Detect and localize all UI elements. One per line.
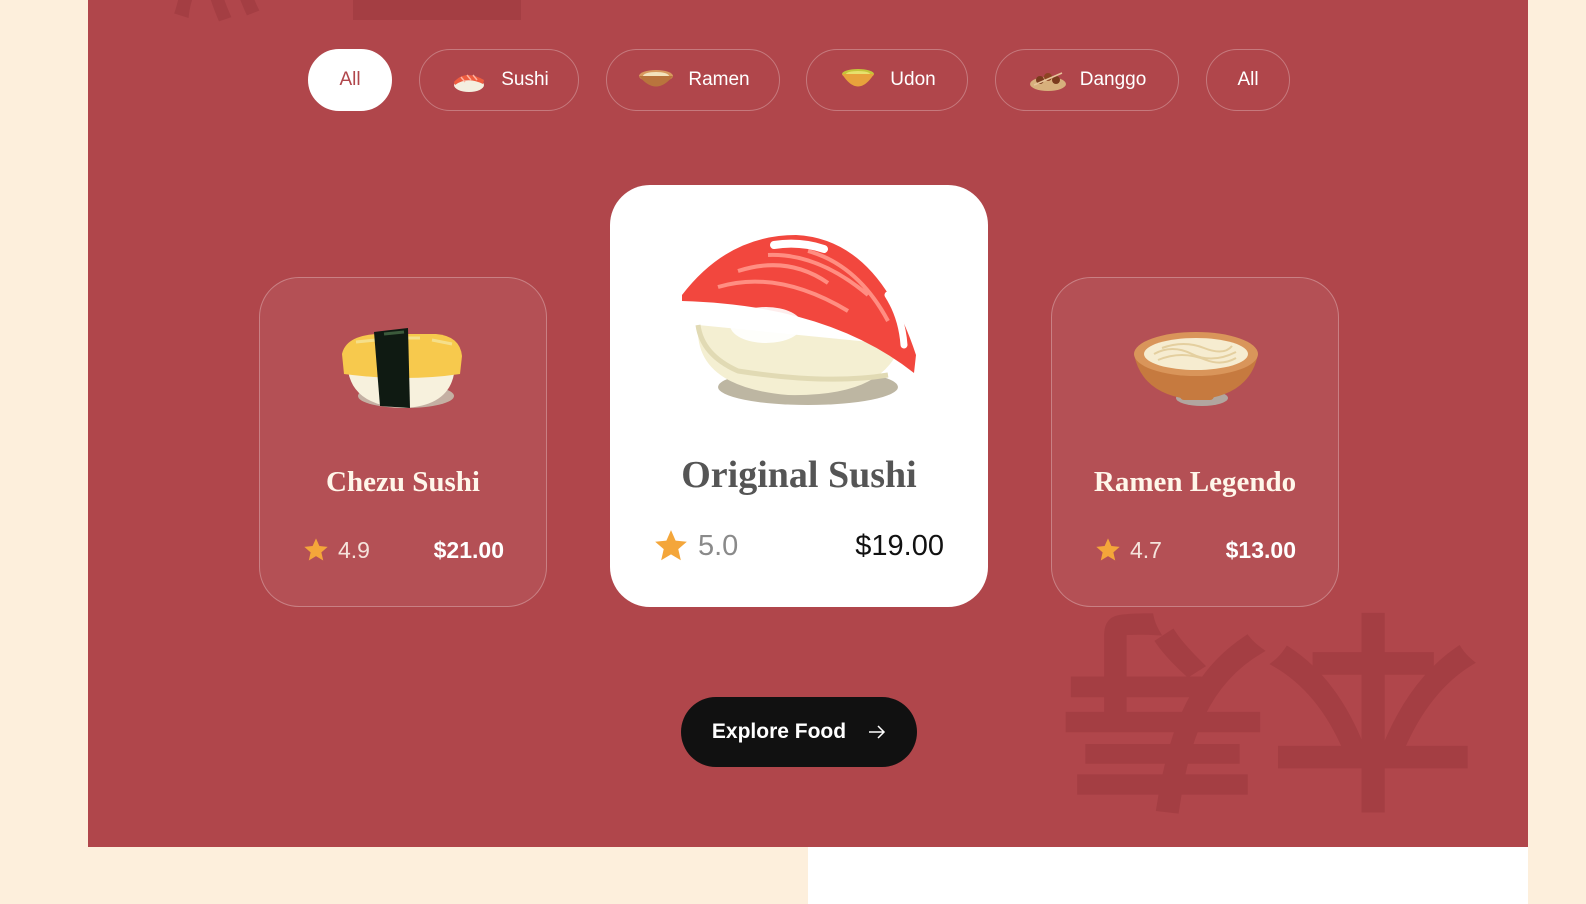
- ramen-bowl-image: [1134, 332, 1258, 406]
- card-title: Original Sushi: [681, 454, 917, 496]
- decorative-kanji: 寿: [1058, 583, 1269, 828]
- star-icon: [304, 538, 328, 561]
- rating-value: 4.7: [1130, 536, 1162, 563]
- dango-skewer-icon: [1029, 72, 1066, 91]
- arrow-right-icon: [869, 725, 886, 739]
- card-footer: 5.0 $19.00: [652, 527, 944, 565]
- card-footer: 4.9 $21.00: [302, 536, 504, 564]
- rating: 4.7: [1094, 536, 1162, 564]
- price: $13.00: [1225, 536, 1296, 563]
- tab-label: All: [1237, 69, 1259, 90]
- food-card-original-sushi[interactable]: Original Sushi 5.0 $19.00: [610, 185, 988, 607]
- next-section-panel: [808, 847, 1528, 904]
- udon-bowl-icon: [842, 69, 875, 87]
- price: $19.00: [855, 529, 944, 562]
- star-icon: [655, 530, 687, 561]
- tab-udon[interactable]: Udon: [806, 49, 968, 111]
- sushi-icon: [454, 74, 485, 92]
- tab-label: All: [339, 69, 361, 90]
- food-card-ramen-legendo[interactable]: Ramen Legendo 4.7 $13.00: [1051, 277, 1339, 607]
- food-card-chezu-sushi[interactable]: Chezu Sushi 4.9 $21.00: [259, 277, 547, 607]
- tab-all[interactable]: All: [308, 49, 392, 111]
- tab-label: Sushi: [501, 69, 549, 90]
- category-tabs: All Sushi Ramen Udon Danggo All: [88, 49, 1528, 113]
- price: $21.00: [433, 536, 504, 563]
- menu-section: ッ 寿 本 All Sushi Ramen: [88, 0, 1528, 847]
- tab-label: Danggo: [1079, 69, 1147, 90]
- tamago-sushi-image: [342, 328, 462, 408]
- rating: 5.0: [652, 527, 738, 565]
- salmon-nigiri-image: [682, 235, 916, 405]
- tab-label: Udon: [890, 69, 936, 90]
- decorative-kanji: 本: [1268, 583, 1479, 828]
- decorative-kanji: ッ: [158, 0, 278, 60]
- tab-danggo[interactable]: Danggo: [995, 49, 1179, 111]
- rating-value: 4.9: [338, 536, 370, 563]
- tab-sushi[interactable]: Sushi: [419, 49, 579, 111]
- ramen-bowl-icon: [639, 70, 674, 87]
- tab-label: Ramen: [688, 69, 750, 90]
- card-title: Chezu Sushi: [326, 466, 480, 498]
- card-footer: 4.7 $13.00: [1094, 536, 1296, 564]
- star-icon: [1096, 538, 1120, 561]
- card-title: Ramen Legendo: [1093, 466, 1297, 498]
- explore-food-label: Explore Food: [711, 720, 847, 743]
- tab-all-secondary[interactable]: All: [1206, 49, 1290, 111]
- rating: 4.9: [302, 536, 370, 564]
- rating-value: 5.0: [698, 529, 739, 562]
- decorative-bar: [353, 0, 521, 20]
- explore-food-button[interactable]: Explore Food: [681, 697, 917, 767]
- tab-ramen[interactable]: Ramen: [606, 49, 780, 111]
